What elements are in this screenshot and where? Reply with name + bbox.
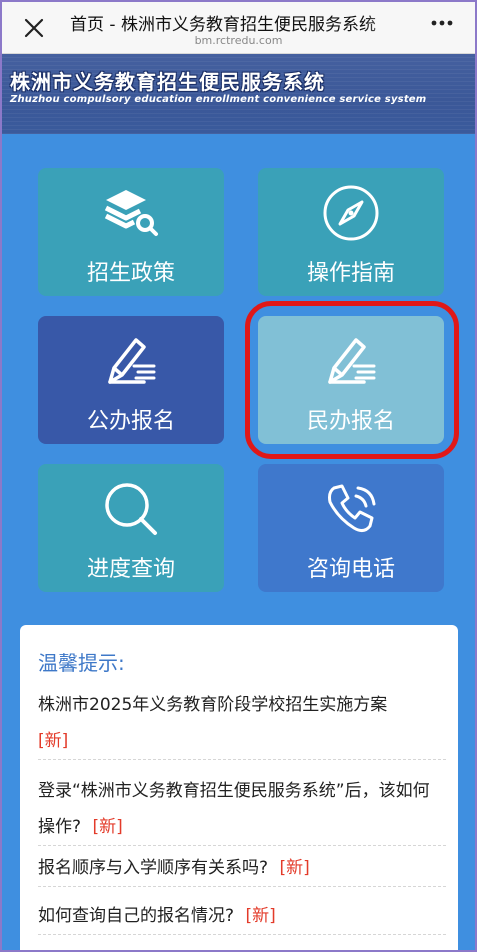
tips-title: 温馨提示:	[38, 651, 125, 675]
tip-item[interactable]: 登录“株洲市义务教育招生便民服务系统”后，该如何操作? [新]	[38, 773, 446, 846]
new-badge: [新]	[38, 731, 69, 751]
tile-label: 招生政策	[86, 261, 175, 286]
highlight-frame	[245, 301, 459, 459]
compass-icon	[258, 182, 444, 244]
tip-item[interactable]: 报名顺序与入学顺序有关系吗? [新]	[38, 850, 446, 887]
new-badge: [新]	[245, 906, 276, 926]
tip-text: 报名顺序与入学顺序有关系吗?	[38, 858, 269, 878]
tile-label: 操作指南	[306, 261, 395, 286]
tile-operation-guide[interactable]: 操作指南	[258, 168, 444, 296]
tile-progress-query[interactable]: 进度查询	[38, 464, 224, 592]
page-title: 首页 - 株洲市义务教育招生便民服务系统	[70, 15, 376, 32]
tile-label: 进度查询	[86, 557, 175, 582]
tips-card: 温馨提示: 株洲市2025年义务教育阶段学校招生实施方案 [新] 登录“株洲市义…	[20, 625, 458, 950]
banner-title-cn: 株洲市义务教育招生便民服务系统	[10, 70, 325, 94]
pen-list-icon	[38, 330, 224, 392]
banner-title-en: Zhuzhou compulsory education enrollment …	[10, 94, 427, 105]
tile-label: 咨询电话	[306, 557, 395, 582]
tile-admission-policy[interactable]: 招生政策	[38, 168, 224, 296]
tip-item[interactable]: 如何查询自己的报名情况? [新]	[38, 898, 446, 935]
more-dots-icon[interactable]	[427, 8, 457, 38]
tip-text: 株洲市2025年义务教育阶段学校招生实施方案	[38, 695, 388, 715]
page-domain: bm.rctredu.com	[194, 34, 283, 47]
phone-icon	[258, 478, 444, 540]
books-search-icon	[38, 182, 224, 244]
site-banner: 株洲市义务教育招生便民服务系统 Zhuzhou compulsory educa…	[2, 54, 475, 134]
tip-text: 如何查询自己的报名情况?	[38, 906, 235, 926]
tile-label: 公办报名	[86, 409, 175, 434]
tip-item[interactable]: 株洲市2025年义务教育阶段学校招生实施方案 [新]	[38, 687, 446, 760]
tile-public-school-registration[interactable]: 公办报名	[38, 316, 224, 444]
tile-consultation-phone[interactable]: 咨询电话	[258, 464, 444, 592]
new-badge: [新]	[92, 817, 123, 837]
magnifier-icon	[38, 478, 224, 540]
phone-frame: 首页 - 株洲市义务教育招生便民服务系统 bm.rctredu.com 株洲市义…	[0, 0, 477, 952]
browser-top-bar: 首页 - 株洲市义务教育招生便民服务系统 bm.rctredu.com	[2, 2, 475, 54]
new-badge: [新]	[279, 858, 310, 878]
